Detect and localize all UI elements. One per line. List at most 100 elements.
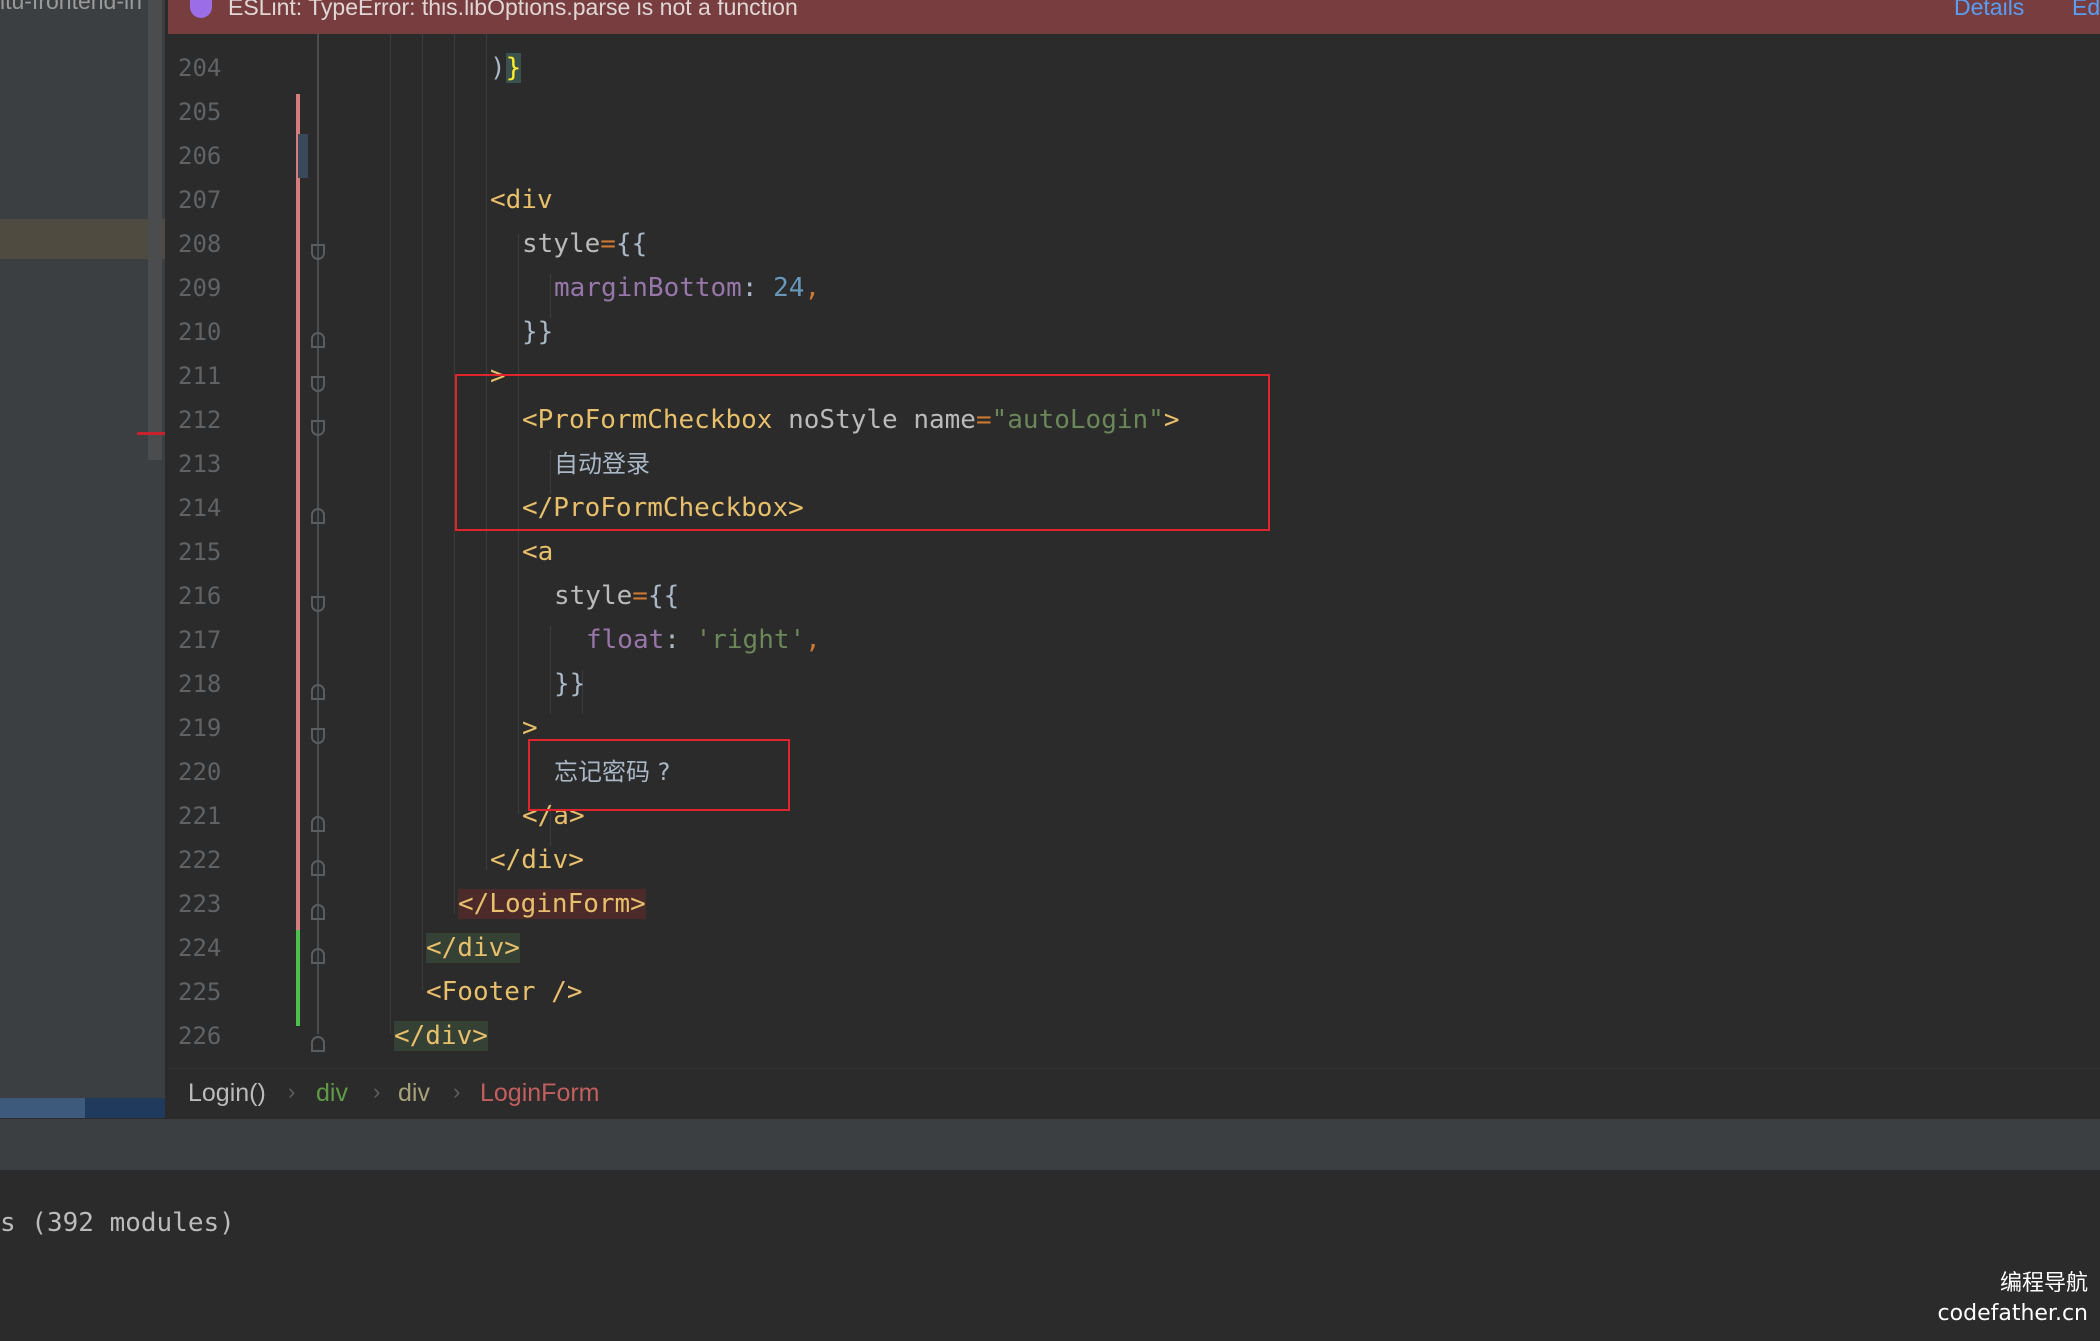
vcs-change-bar-selection bbox=[298, 134, 308, 178]
annotation-box-checkbox bbox=[455, 374, 1270, 531]
breadcrumb-item-login[interactable]: Login() bbox=[188, 1079, 266, 1108]
line-number: 225 bbox=[178, 978, 222, 1006]
line-number: 220 bbox=[178, 758, 222, 786]
project-panel[interactable]: itu-frontend-in bbox=[0, 0, 165, 1118]
code-token: style bbox=[554, 581, 633, 611]
fold-marker-icon[interactable] bbox=[311, 816, 325, 832]
line-number: 211 bbox=[178, 362, 222, 390]
watermark-line-2: codefather.cn bbox=[1937, 1301, 2088, 1326]
line-number: 221 bbox=[178, 802, 222, 830]
error-marker bbox=[137, 432, 165, 435]
code-token: }} bbox=[522, 317, 554, 347]
line-number: 207 bbox=[178, 186, 222, 214]
code-line-209[interactable]: marginBottom: 24, bbox=[554, 270, 820, 306]
indent-guide bbox=[390, 34, 391, 1034]
eslint-error-banner: ESLint: TypeError: this.libOptions.parse… bbox=[168, 0, 2100, 34]
code-token-matched-brace: } bbox=[505, 53, 522, 83]
code-token: {{ bbox=[615, 229, 648, 259]
line-number: 224 bbox=[178, 934, 222, 962]
fold-marker-icon[interactable] bbox=[311, 1036, 325, 1052]
banner-message: ESLint: TypeError: this.libOptions.parse… bbox=[228, 0, 798, 20]
code-line-225[interactable]: <Footer /> bbox=[426, 974, 583, 1010]
fold-marker-icon[interactable] bbox=[311, 332, 325, 348]
code-token: {{ bbox=[647, 581, 680, 611]
horizontal-scroll-thumb[interactable] bbox=[0, 1098, 85, 1118]
code-token-highlighted: </LoginForm> bbox=[458, 889, 646, 919]
code-token: , bbox=[804, 273, 821, 303]
fold-marker-icon[interactable] bbox=[311, 728, 325, 744]
line-number: 226 bbox=[178, 1022, 222, 1050]
project-tree-selected-row[interactable] bbox=[0, 219, 165, 259]
fold-marker-icon[interactable] bbox=[311, 860, 325, 876]
code-editor[interactable]: 204 205 206 207 208 209 210 211 212 213 … bbox=[168, 34, 2100, 1068]
breadcrumb-separator: › bbox=[453, 1079, 461, 1104]
code-line-204[interactable]: )} bbox=[490, 50, 522, 86]
code-line-224[interactable]: </div> bbox=[426, 930, 520, 966]
line-number: 219 bbox=[178, 714, 222, 742]
code-line-216[interactable]: style={{ bbox=[554, 578, 679, 614]
code-token: style bbox=[522, 229, 601, 259]
line-number: 209 bbox=[178, 274, 222, 302]
code-token: </div> bbox=[490, 845, 584, 875]
code-line-223[interactable]: </LoginForm> bbox=[458, 886, 646, 922]
code-token: <Footer /> bbox=[426, 977, 583, 1007]
breadcrumb-item-div[interactable]: div bbox=[316, 1079, 348, 1108]
breadcrumb-item-loginform[interactable]: LoginForm bbox=[480, 1079, 600, 1108]
fold-marker-icon[interactable] bbox=[311, 508, 325, 524]
indent-guide bbox=[422, 34, 423, 990]
line-number: 205 bbox=[178, 98, 222, 126]
code-line-222[interactable]: </div> bbox=[490, 842, 584, 878]
code-line-208[interactable]: style={{ bbox=[522, 226, 647, 262]
fold-gutter-line bbox=[317, 34, 319, 1034]
code-token: marginBottom bbox=[554, 273, 742, 303]
code-token: }} bbox=[554, 669, 586, 699]
fold-marker-icon[interactable] bbox=[311, 948, 325, 964]
project-panel-horizontal-scrollbar[interactable] bbox=[0, 1098, 165, 1118]
fold-marker-icon[interactable] bbox=[311, 596, 325, 612]
code-token: = bbox=[632, 581, 648, 611]
edit-link[interactable]: Ed bbox=[2072, 0, 2100, 19]
line-number: 217 bbox=[178, 626, 222, 654]
code-line-217[interactable]: float: 'right', bbox=[586, 622, 821, 658]
terminal-output-line: s (392 modules) bbox=[0, 1208, 235, 1238]
line-number: 213 bbox=[178, 450, 222, 478]
line-number: 215 bbox=[178, 538, 222, 566]
watermark-line-1: 编程导航 bbox=[1999, 1271, 2088, 1296]
code-token: = bbox=[600, 229, 616, 259]
project-panel-scrollbar[interactable] bbox=[148, 0, 162, 460]
breadcrumb-separator: › bbox=[288, 1079, 296, 1104]
terminal-panel[interactable]: s (392 modules) 编程导航 codefather.cn bbox=[0, 1170, 2100, 1341]
watermark: 编程导航 codefather.cn bbox=[1938, 1269, 2088, 1329]
code-line-207[interactable]: <div bbox=[490, 182, 553, 218]
line-number: 208 bbox=[178, 230, 222, 258]
tool-window-header[interactable] bbox=[0, 1118, 2100, 1171]
indent-guide bbox=[550, 626, 551, 714]
fold-marker-icon[interactable] bbox=[311, 420, 325, 436]
fold-marker-icon[interactable] bbox=[311, 904, 325, 920]
fold-marker-icon[interactable] bbox=[311, 244, 325, 260]
vcs-change-bar-modified[interactable] bbox=[296, 94, 300, 960]
code-token: 'right' bbox=[695, 625, 806, 655]
code-line-210[interactable]: }} bbox=[522, 314, 553, 350]
code-line-218[interactable]: }} bbox=[554, 666, 585, 702]
details-link[interactable]: Details bbox=[1954, 0, 2024, 19]
line-number: 206 bbox=[178, 142, 222, 170]
breadcrumb-separator: › bbox=[373, 1079, 381, 1104]
breadcrumb-item-div[interactable]: div bbox=[398, 1079, 430, 1108]
code-line-226[interactable]: </div> bbox=[394, 1018, 488, 1054]
line-number: 222 bbox=[178, 846, 222, 874]
line-number: 204 bbox=[178, 54, 222, 82]
code-token: float bbox=[586, 625, 665, 655]
line-number: 216 bbox=[178, 582, 222, 610]
code-line-215[interactable]: <a bbox=[522, 534, 553, 570]
project-tree-label[interactable]: itu-frontend-in bbox=[0, 0, 142, 15]
annotation-box-forgot-password bbox=[528, 739, 790, 811]
fold-marker-icon[interactable] bbox=[311, 684, 325, 700]
code-token-highlighted: </div> bbox=[394, 1021, 488, 1051]
fold-marker-icon[interactable] bbox=[311, 376, 325, 392]
line-number: 210 bbox=[178, 318, 222, 346]
vcs-change-bar-added[interactable] bbox=[296, 930, 300, 1026]
code-token: 24 bbox=[773, 273, 805, 303]
ide-window: itu-frontend-in ESLint: TypeError: this.… bbox=[0, 0, 2100, 1341]
code-token: : bbox=[664, 625, 696, 655]
